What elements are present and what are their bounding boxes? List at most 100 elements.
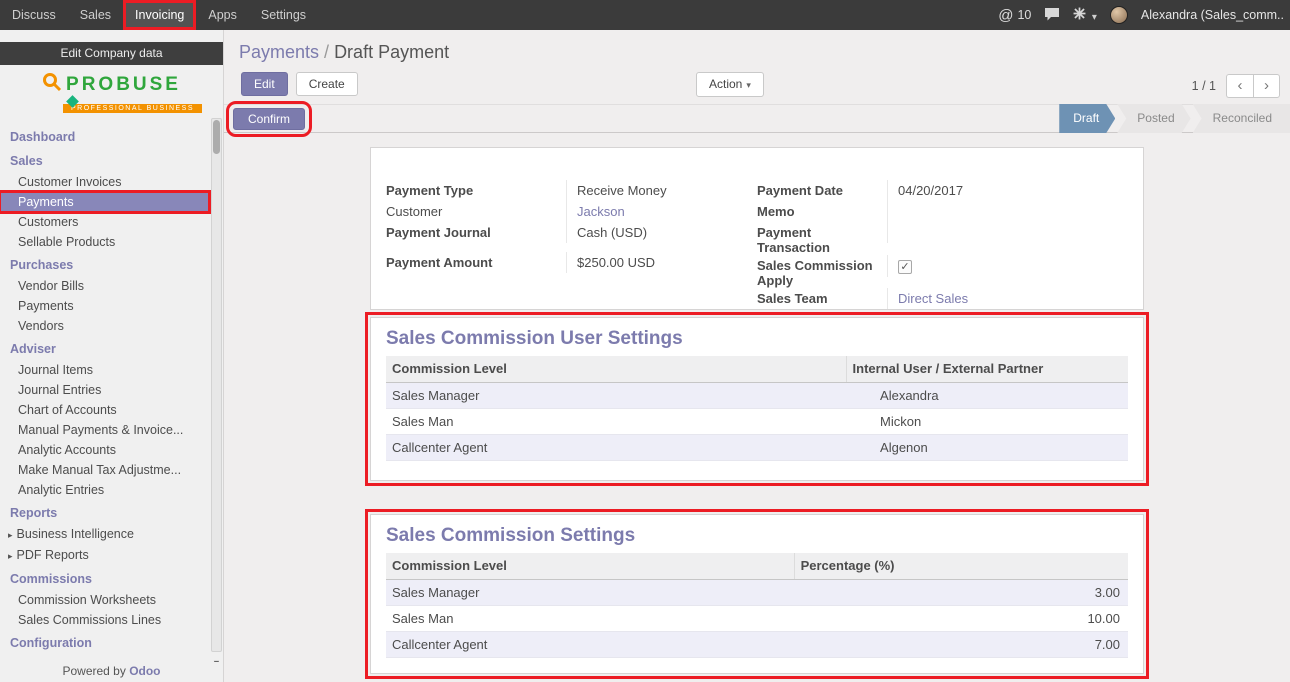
sidebar-section-sales[interactable]: Sales [0, 148, 223, 172]
confirm-button[interactable]: Confirm [233, 108, 305, 130]
scrollbar-thumb[interactable] [213, 120, 220, 154]
customer-link[interactable]: Jackson [577, 204, 625, 219]
create-button[interactable]: Create [296, 72, 358, 96]
menu-settings[interactable]: Settings [249, 0, 318, 30]
menu-discuss[interactable]: Discuss [0, 0, 68, 30]
sidebar-item-customer-invoices[interactable]: Customer Invoices [0, 172, 209, 192]
sidebar-item-vendors[interactable]: Vendors [0, 316, 209, 336]
user-settings-title: Sales Commission User Settings [386, 328, 1128, 350]
sidebar-item-journal-items[interactable]: Journal Items [0, 360, 209, 380]
cell-commission-level[interactable]: Sales Man [386, 408, 846, 434]
statusbar: Draft Posted Reconciled [1057, 104, 1290, 133]
field-payment-date: Payment Date 04/20/2017 [757, 180, 1128, 201]
sidebar-scrollbar[interactable]: ▼ [211, 118, 222, 652]
edit-company-data-button[interactable]: Edit Company data [0, 42, 223, 65]
odoo-link[interactable]: Odoo [129, 664, 160, 678]
sidebar-item-customers[interactable]: Customers [0, 212, 209, 232]
column-header-internal-user[interactable]: Internal User / External Partner [846, 356, 1128, 382]
status-draft[interactable]: Draft [1059, 104, 1115, 133]
field-label: Sales Commission Apply [757, 255, 887, 288]
payment-journal-value[interactable]: Cash (USD) [566, 222, 757, 243]
magnifier-icon [42, 72, 62, 97]
expand-arrow-icon: ▸ [8, 530, 13, 540]
check-icon: ✓ [899, 261, 911, 273]
menu-apps[interactable]: Apps [196, 0, 249, 30]
sidebar-section-commissions[interactable]: Commissions [0, 566, 223, 590]
sidebar-item-payments[interactable]: Payments [0, 192, 209, 212]
debug-menu[interactable]: ▾ [1073, 7, 1097, 23]
logo-tagline: PROFESSIONAL BUSINESS [63, 104, 202, 113]
cell-user[interactable]: Algenon [846, 434, 1128, 460]
cell-percentage[interactable]: 10.00 [794, 605, 1128, 631]
memo-value[interactable] [887, 201, 1128, 222]
payment-type-value[interactable]: Receive Money [566, 180, 757, 201]
table-row[interactable]: Sales Manager Alexandra [386, 382, 1128, 408]
payment-date-value[interactable]: 04/20/2017 [887, 180, 1128, 201]
sales-commission-apply-checkbox[interactable]: ✓ [898, 260, 912, 274]
sales-team-link[interactable]: Direct Sales [898, 291, 968, 306]
messages-icon[interactable] [1044, 7, 1060, 24]
sidebar-item-purchase-payments[interactable]: Payments [0, 296, 209, 316]
table-row[interactable]: Sales Manager 3.00 [386, 579, 1128, 605]
cell-commission-level[interactable]: Sales Manager [386, 382, 846, 408]
cell-percentage[interactable]: 7.00 [794, 631, 1128, 657]
pager: 1 / 1 ‹ › [1192, 74, 1280, 98]
column-header-commission-level[interactable]: Commission Level [386, 356, 846, 382]
sidebar-item-analytic-entries[interactable]: Analytic Entries [0, 480, 209, 500]
status-reconciled[interactable]: Reconciled [1193, 104, 1290, 133]
sidebar-item-analytic-accounts[interactable]: Analytic Accounts [0, 440, 209, 460]
commission-settings-table: Commission Level Percentage (%) Sales Ma… [386, 553, 1128, 658]
table-row[interactable]: Callcenter Agent Algenon [386, 434, 1128, 460]
pager-next-button[interactable]: › [1253, 74, 1280, 98]
chevron-down-icon: ▾ [746, 80, 751, 90]
cell-percentage[interactable]: 3.00 [794, 579, 1128, 605]
sidebar-item-sales-commissions-lines[interactable]: Sales Commissions Lines [0, 610, 209, 630]
status-posted[interactable]: Posted [1117, 104, 1190, 133]
pager-previous-button[interactable]: ‹ [1226, 74, 1253, 98]
powered-by: Powered by Odoo [0, 662, 223, 682]
sidebar-item-dashboard[interactable]: Dashboard [0, 124, 223, 148]
table-header-row: Commission Level Internal User / Externa… [386, 356, 1128, 382]
sidebar-item-commission-worksheets[interactable]: Commission Worksheets [0, 590, 209, 610]
sidebar-section-configuration[interactable]: Configuration [0, 630, 223, 654]
sidebar-item-vendor-bills[interactable]: Vendor Bills [0, 276, 209, 296]
menu-invoicing[interactable]: Invoicing [123, 0, 196, 30]
table-row[interactable]: Sales Man 10.00 [386, 605, 1128, 631]
sidebar-item-pdf-reports[interactable]: ▸PDF Reports [0, 545, 209, 566]
cell-commission-level[interactable]: Callcenter Agent [386, 434, 846, 460]
cell-commission-level[interactable]: Sales Manager [386, 579, 794, 605]
systray: @ 10 ▾ Alexandra (Sales_comm.. [998, 6, 1290, 24]
column-header-percentage[interactable]: Percentage (%) [794, 553, 1128, 579]
menu-sales[interactable]: Sales [68, 0, 123, 30]
sidebar-section-adviser[interactable]: Adviser [0, 336, 223, 360]
payment-form-sheet: Payment Type Receive Money Customer Jack… [370, 147, 1144, 310]
field-memo: Memo [757, 201, 1128, 222]
sidebar-item-sellable-products[interactable]: Sellable Products [0, 232, 209, 252]
odoo-app-window: Discuss Sales Invoicing Apps Settings @ … [0, 0, 1290, 682]
cell-user[interactable]: Alexandra [846, 382, 1128, 408]
user-avatar[interactable] [1110, 6, 1128, 24]
cell-commission-level[interactable]: Callcenter Agent [386, 631, 794, 657]
action-dropdown[interactable]: Action▾ [696, 72, 764, 97]
cell-commission-level[interactable]: Sales Man [386, 605, 794, 631]
sidebar-item-chart-of-accounts[interactable]: Chart of Accounts [0, 400, 209, 420]
sidebar-item-make-manual-tax-adjustment[interactable]: Make Manual Tax Adjustme... [0, 460, 209, 480]
company-logo: PROBUSE PROFESSIONAL BUSINESS [0, 65, 223, 118]
sidebar-section-reports[interactable]: Reports [0, 500, 223, 524]
sidebar-item-manual-payments-invoice[interactable]: Manual Payments & Invoice... [0, 420, 209, 440]
column-header-commission-level[interactable]: Commission Level [386, 553, 794, 579]
sidebar-item-journal-entries[interactable]: Journal Entries [0, 380, 209, 400]
payment-amount-value[interactable]: $250.00 USD [566, 252, 757, 273]
sidebar-section-purchases[interactable]: Purchases [0, 252, 223, 276]
user-menu[interactable]: Alexandra (Sales_comm.. [1141, 8, 1284, 22]
cell-user[interactable]: Mickon [846, 408, 1128, 434]
sidebar-item-business-intelligence[interactable]: ▸Business Intelligence [0, 524, 209, 545]
table-row[interactable]: Callcenter Agent 7.00 [386, 631, 1128, 657]
activities-counter[interactable]: @ 10 [998, 7, 1031, 24]
payment-transaction-value[interactable] [887, 222, 1128, 243]
fields-right-column: Payment Date 04/20/2017 Memo Payment Tra… [757, 180, 1128, 309]
chevron-down-icon: ▾ [1092, 12, 1097, 23]
table-row[interactable]: Sales Man Mickon [386, 408, 1128, 434]
breadcrumb-payments-link[interactable]: Payments [239, 42, 319, 62]
edit-button[interactable]: Edit [241, 72, 288, 96]
